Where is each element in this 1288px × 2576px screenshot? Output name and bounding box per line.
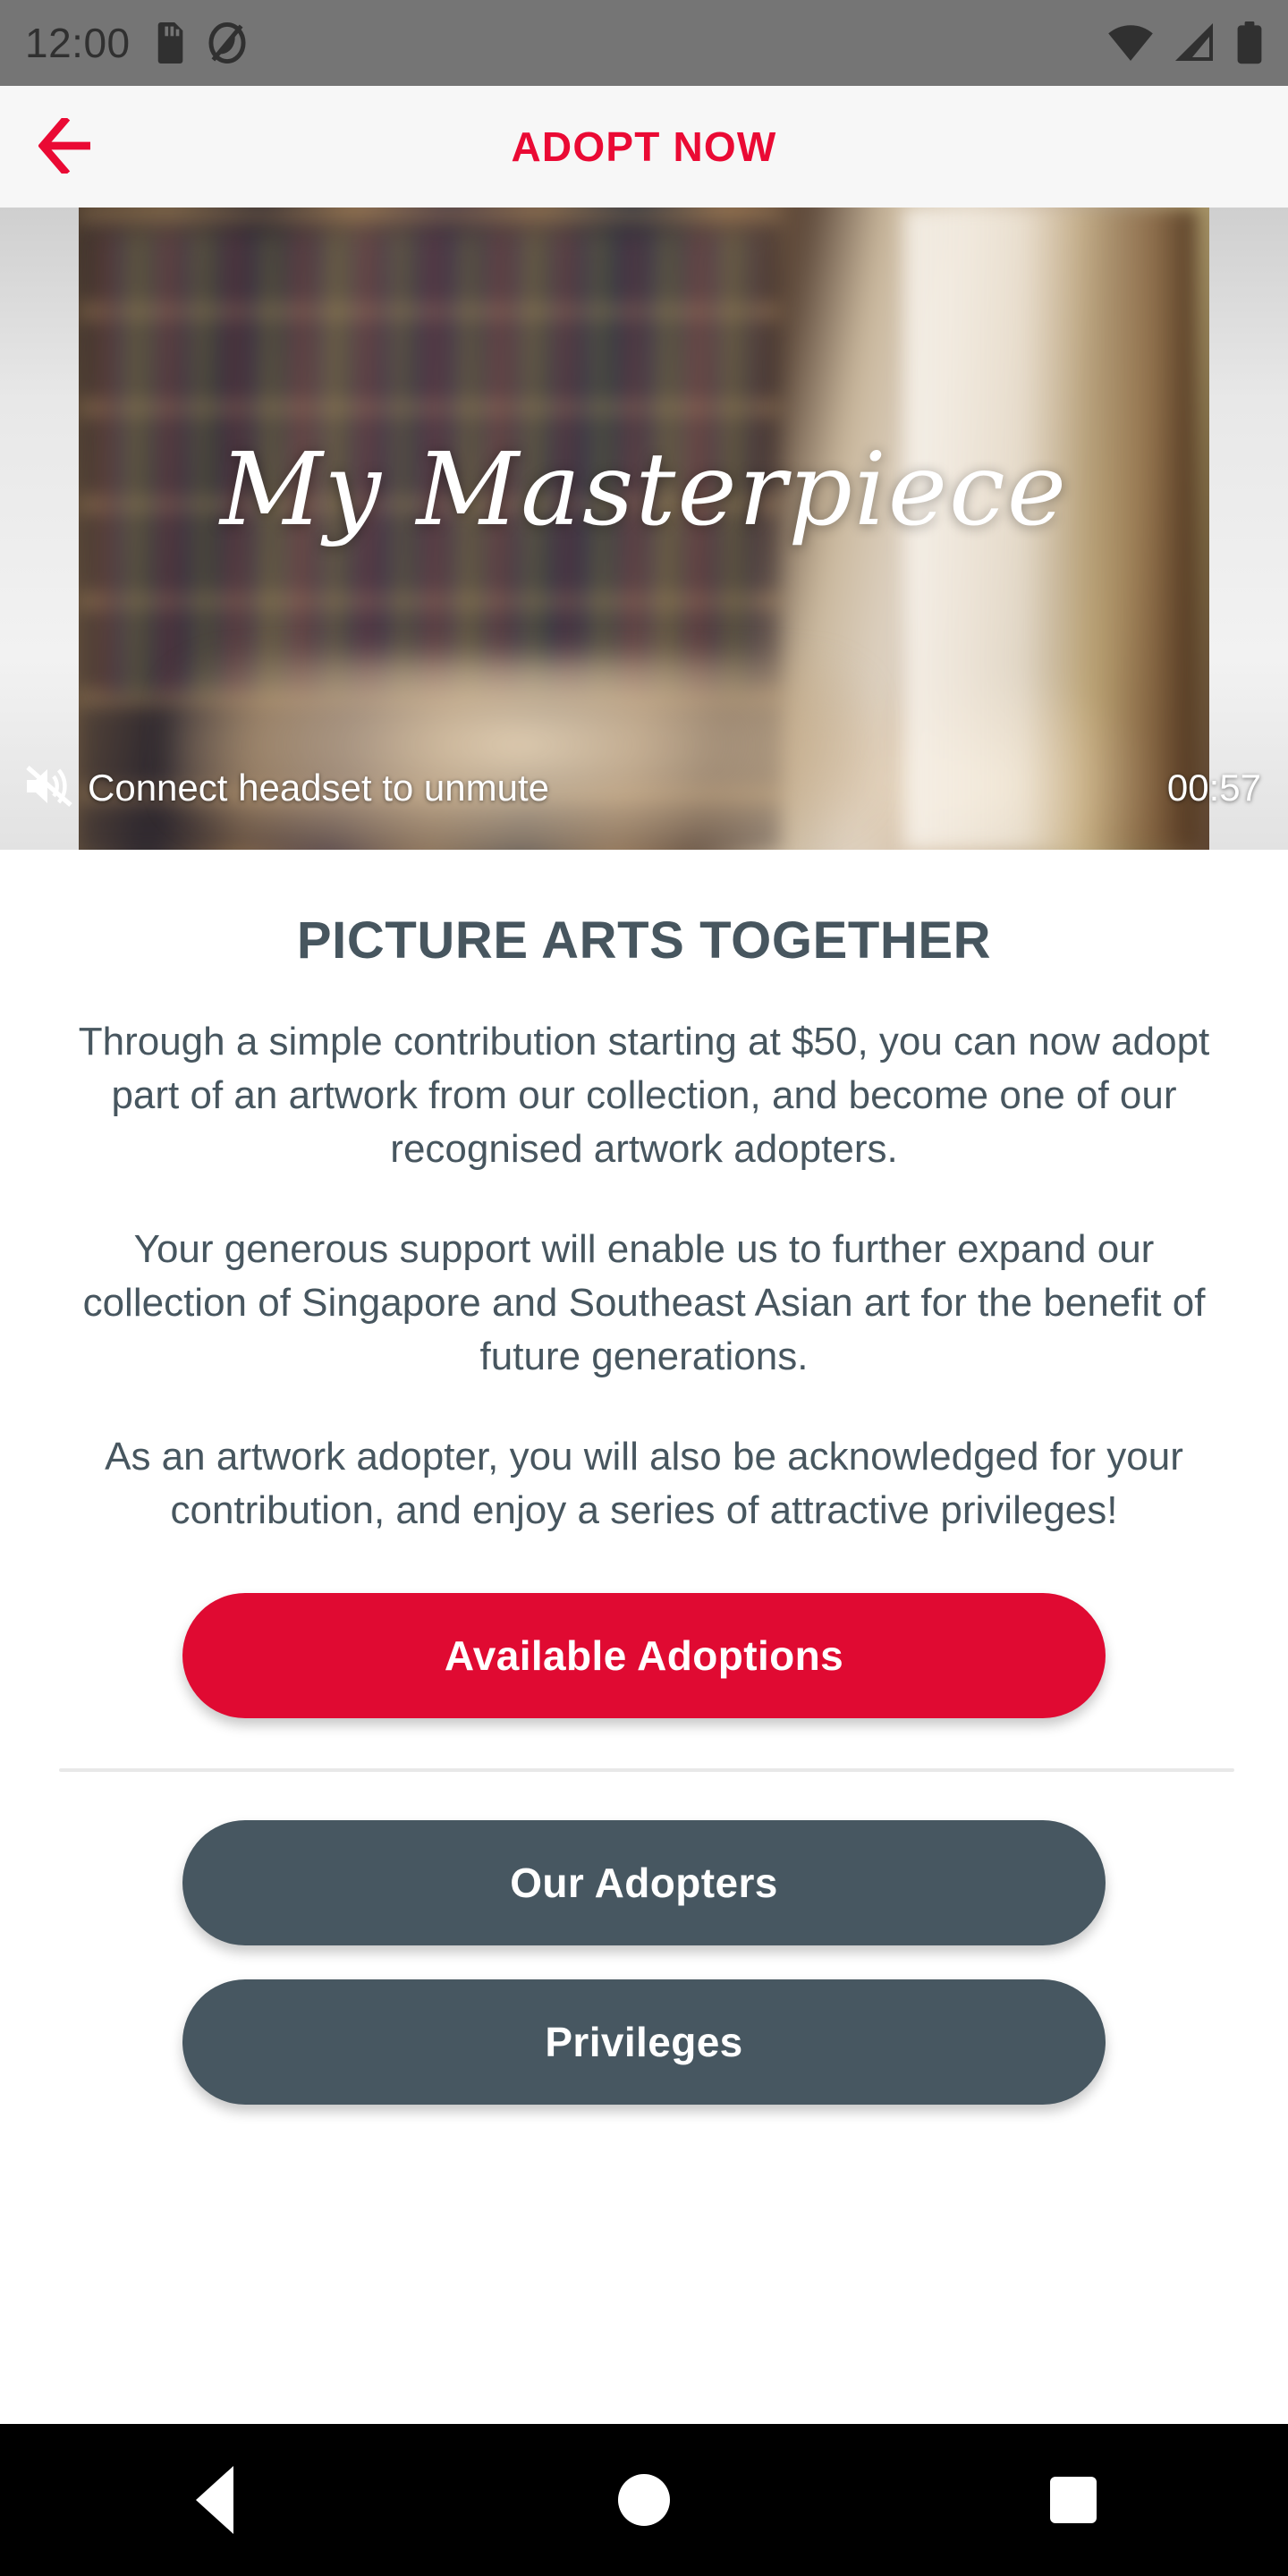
video-player[interactable]: My Masterpiece Connect headset to unmute… (0, 208, 1288, 850)
video-mute-message: Connect headset to unmute (88, 767, 550, 809)
battery-icon (1236, 21, 1263, 64)
app-screen: 12:00 ADOPT NOW My Masterpiece Connect h… (0, 0, 1288, 2576)
video-duration: 00:57 (1166, 767, 1261, 809)
status-bar-clock: 12:00 (25, 20, 131, 66)
wifi-icon (1107, 24, 1154, 62)
circle-icon (618, 2474, 670, 2526)
arrow-left-icon (38, 114, 105, 176)
square-icon (1050, 2477, 1097, 2523)
our-adopters-button[interactable]: Our Adopters (182, 1820, 1106, 1945)
page-title: ADOPT NOW (511, 123, 777, 170)
video-frame[interactable]: My Masterpiece (79, 208, 1209, 850)
video-controls-bar: Connect headset to unmute 00:57 (0, 757, 1288, 819)
back-navigation-button[interactable] (0, 86, 143, 208)
sd-card-icon (152, 22, 186, 64)
section-heading: PICTURE ARTS TOGETHER (296, 911, 992, 970)
action-buttons: Available Adoptions Our Adopters Privile… (59, 1593, 1234, 2105)
nav-back-button[interactable] (107, 2424, 322, 2576)
video-overlay-title: My Masterpiece (219, 431, 1069, 548)
do-not-disturb-icon (208, 22, 247, 64)
body-paragraph-3: As an artwork adopter, you will also be … (105, 1435, 1183, 1532)
main-content: PICTURE ARTS TOGETHER Through a simple c… (0, 850, 1288, 2105)
status-bar-right (1107, 21, 1263, 64)
nav-recents-button[interactable] (966, 2424, 1181, 2576)
cellular-signal-icon (1174, 23, 1216, 63)
body-paragraph-2: Your generous support will enable us to … (82, 1227, 1206, 1378)
app-bar: ADOPT NOW (0, 86, 1288, 208)
nav-home-button[interactable] (537, 2424, 751, 2576)
triangle-left-icon (196, 2466, 233, 2534)
body-paragraph-1: Through a simple contribution starting a… (78, 1020, 1210, 1171)
available-adoptions-button[interactable]: Available Adoptions (182, 1593, 1106, 1718)
volume-off-icon[interactable] (23, 763, 75, 814)
privileges-button[interactable]: Privileges (182, 1979, 1106, 2105)
video-table-detail (169, 657, 870, 850)
status-bar-left: 12:00 (25, 22, 1107, 64)
system-navigation-bar (0, 2424, 1288, 2576)
status-bar: 12:00 (0, 0, 1288, 86)
